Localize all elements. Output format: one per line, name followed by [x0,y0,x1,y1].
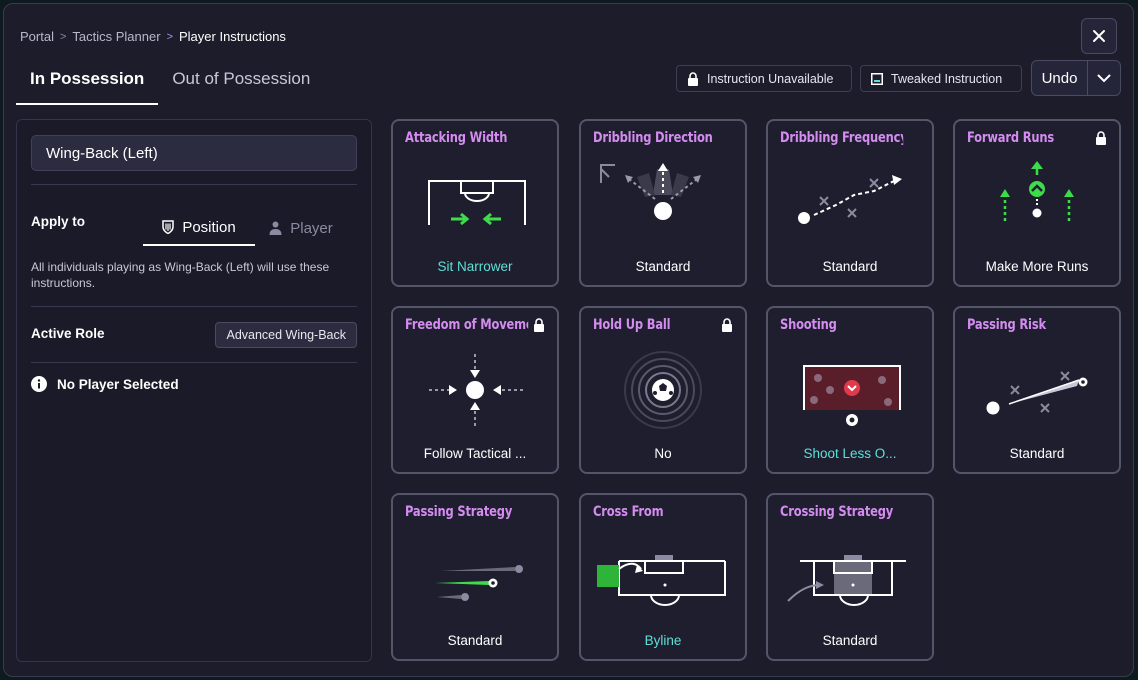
card-crossing-strategy[interactable]: Crossing Strategy Standard [766,493,934,661]
position-select[interactable]: Wing-Back (Left) [31,135,357,171]
undo-split-button: Undo [1031,60,1121,96]
tweaked-square-icon [871,72,883,85]
possession-tabs: In Possession Out of Possession [16,60,324,105]
chevron-right-icon: > [59,30,67,43]
chevron-down-icon [1097,74,1111,82]
card-value: Standard [1009,446,1065,461]
card-value: Shoot Less O... [803,446,897,461]
passing-strategy-illustration [435,565,523,601]
card-value: No [654,446,672,461]
active-role-select[interactable]: Advanced Wing-Back [215,322,357,348]
card-value: Standard [822,259,878,274]
card-passing-risk[interactable]: Passing Risk Standard [953,306,1121,474]
lock-icon [722,318,732,332]
card-value: Byline [644,633,682,648]
breadcrumb-tactics-planner[interactable]: Tactics Planner [72,29,160,44]
apply-to-label: Apply to [31,214,85,229]
legend-instruction-unavailable: Instruction Unavailable [676,65,852,92]
card-title: Forward Runs [967,130,1055,146]
card-title: Passing Risk [967,317,1046,333]
legend-tweaked-instruction: Tweaked Instruction [860,65,1022,92]
passing-risk-illustration [986,371,1088,415]
cross-from-illustration [597,555,726,606]
card-title: Hold Up Ball [593,317,671,333]
card-title: Cross From [593,504,664,520]
divider [31,184,357,185]
no-player-text: No Player Selected [57,376,179,392]
breadcrumb-player-instructions: Player Instructions [179,29,286,44]
no-player-notice: No Player Selected [31,376,179,392]
legend-tweaked-label: Tweaked Instruction [891,71,1003,86]
active-role-label: Active Role [31,326,105,341]
card-value: Make More Runs [985,259,1089,274]
info-icon [31,376,47,392]
card-title: Crossing Strategy [780,504,894,520]
card-title: Passing Strategy [405,504,513,520]
person-icon [269,221,282,235]
card-title: Dribbling Direction [593,130,713,146]
card-hold-up-ball[interactable]: Hold Up Ball No [579,306,747,474]
pitch-width-illustration [428,180,526,226]
card-value: Standard [635,259,691,274]
card-value: Follow Tactical ... [423,446,527,461]
undo-button[interactable]: Undo [1032,61,1088,95]
lock-icon [534,318,544,332]
divider [31,306,357,307]
tab-in-possession[interactable]: In Possession [16,60,159,105]
card-dribbling-frequency[interactable]: Dribbling Frequency Standard [766,119,934,287]
undo-dropdown-button[interactable] [1088,61,1120,95]
card-shooting[interactable]: Shooting Shoot Less O... [766,306,934,474]
crossing-strategy-illustration [787,555,906,606]
apply-description: All individuals playing as Wing-Back (Le… [31,260,330,290]
close-icon [1093,30,1105,42]
card-title: Dribbling Frequency [780,130,904,146]
dribble-direction-illustration [600,163,701,220]
apply-to-position-button[interactable]: Position [143,210,255,246]
card-title: Attacking Width [405,130,508,146]
close-button[interactable] [1081,18,1117,54]
card-passing-strategy[interactable]: Passing Strategy Standard [391,493,559,661]
legend-unavailable-label: Instruction Unavailable [707,71,834,86]
freedom-of-movement-illustration [429,354,523,426]
apply-player-label: Player [290,219,333,237]
divider [31,362,357,363]
breadcrumb-portal[interactable]: Portal [20,29,54,44]
forward-runs-illustration [1000,161,1074,221]
card-cross-from[interactable]: Cross From Byline [579,493,747,661]
card-title: Shooting [780,317,837,333]
dribble-frequency-illustration [798,175,902,224]
left-panel: Wing-Back (Left) Apply to Position Playe… [16,119,372,662]
player-instructions-modal: Portal > Tactics Planner > Player Instru… [3,3,1134,677]
lock-icon [1096,131,1106,145]
card-freedom-of-movement[interactable]: Freedom of Movement Follow Tactical ... [391,306,559,474]
card-value: Standard [822,633,878,648]
shield-icon [162,220,175,234]
lock-icon [688,71,698,86]
apply-position-label: Position [182,218,236,236]
card-title: Freedom of Movement [405,317,528,333]
chevron-right-icon: > [166,30,173,43]
card-dribbling-direction[interactable]: Dribbling Direction Standard [579,119,747,287]
hold-up-ball-illustration [624,351,702,429]
breadcrumb: Portal > Tactics Planner > Player Instru… [20,29,286,44]
shooting-illustration [803,365,901,426]
tab-out-of-possession[interactable]: Out of Possession [158,60,324,105]
card-value: Standard [447,633,503,648]
apply-to-player-button[interactable]: Player [259,210,343,246]
card-forward-runs[interactable]: Forward Runs Make More Runs [953,119,1121,287]
card-value: Sit Narrower [437,259,513,274]
card-attacking-width[interactable]: Attacking Width Sit Narrower [391,119,559,287]
